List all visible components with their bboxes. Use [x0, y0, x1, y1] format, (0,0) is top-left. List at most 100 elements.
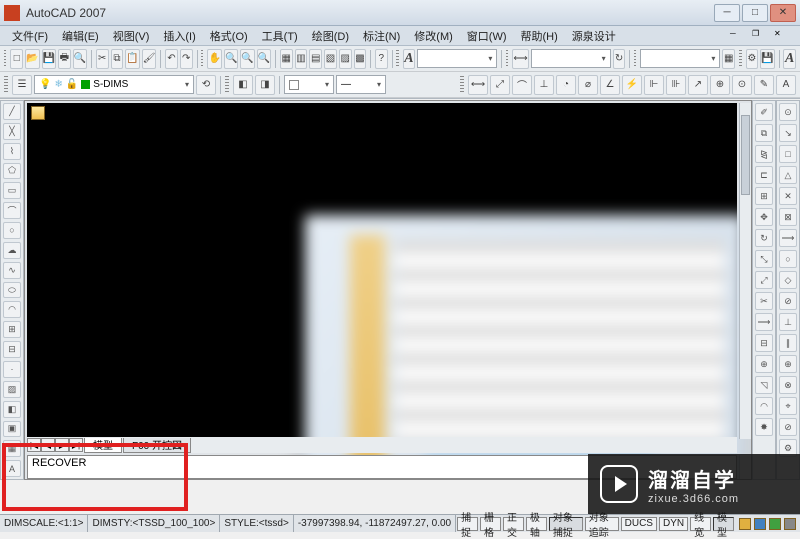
- toolbar-grip[interactable]: [460, 76, 464, 94]
- snap-temp-button[interactable]: ⊙: [779, 103, 797, 121]
- dim-baseline-button[interactable]: ⊩: [644, 75, 664, 95]
- save-button[interactable]: 💾: [42, 49, 56, 69]
- ellipse-button[interactable]: ⬭: [3, 282, 21, 299]
- revcloud-button[interactable]: ☁: [3, 242, 21, 259]
- dim-tolerance-button[interactable]: ⊕: [710, 75, 730, 95]
- offset-button[interactable]: ⊏: [755, 166, 773, 184]
- tray-icon[interactable]: [784, 518, 796, 530]
- menu-file[interactable]: 文件(F): [6, 26, 54, 46]
- rectangle-button[interactable]: ▭: [3, 182, 21, 199]
- insert-block-button[interactable]: ⊞: [3, 321, 21, 338]
- tab-prev-button[interactable]: ◀: [41, 438, 55, 452]
- line-button[interactable]: ╱: [3, 103, 21, 120]
- dim-textedit-button[interactable]: A: [776, 75, 796, 95]
- dim-aligned-button[interactable]: ⤢: [490, 75, 510, 95]
- tab-next-button[interactable]: ▶: [55, 438, 69, 452]
- rotate-button[interactable]: ↻: [755, 229, 773, 247]
- dim-linear-button[interactable]: ⟷: [468, 75, 488, 95]
- toggle-osnap[interactable]: 对象捕捉: [549, 517, 583, 531]
- menu-yuanquan[interactable]: 源泉设计: [566, 26, 622, 46]
- extend-button[interactable]: ⟶: [755, 313, 773, 331]
- break-button[interactable]: ⊟: [755, 334, 773, 352]
- tray-icon[interactable]: [769, 518, 781, 530]
- spline-button[interactable]: ∿: [3, 262, 21, 279]
- dc-button[interactable]: ▥: [295, 49, 308, 69]
- dim-radius-button[interactable]: ◔: [556, 75, 576, 95]
- snap-appint-button[interactable]: ⊠: [779, 208, 797, 226]
- toggle-dyn[interactable]: DYN: [659, 517, 688, 531]
- pline-button[interactable]: ⌇: [3, 143, 21, 160]
- toolbar-grip[interactable]: [225, 76, 229, 94]
- text-style-button[interactable]: A: [403, 49, 416, 69]
- new-button[interactable]: □: [10, 49, 23, 69]
- snap-int-button[interactable]: ✕: [779, 187, 797, 205]
- menu-edit[interactable]: 编辑(E): [56, 26, 105, 46]
- snap-cen-button[interactable]: ○: [779, 250, 797, 268]
- table-button[interactable]: ▦: [3, 440, 21, 457]
- toggle-model[interactable]: 模型: [713, 517, 734, 531]
- doc-restore-button[interactable]: ❐: [752, 29, 772, 43]
- paste-button[interactable]: 📋: [125, 49, 139, 69]
- trim-button[interactable]: ✂: [755, 292, 773, 310]
- snap-node-button[interactable]: ⊗: [779, 376, 797, 394]
- toolbar-grip[interactable]: [396, 50, 398, 68]
- dim-ordinate-button[interactable]: ⊥: [534, 75, 554, 95]
- explode-button[interactable]: ✸: [755, 418, 773, 436]
- toolbar-grip[interactable]: [4, 50, 6, 68]
- dim-leader-button[interactable]: ↗: [688, 75, 708, 95]
- mtext-button[interactable]: A: [3, 460, 21, 477]
- copy-button[interactable]: ⧉: [111, 49, 124, 69]
- snap-from-button[interactable]: ↘: [779, 124, 797, 142]
- vertical-scrollbar[interactable]: [739, 103, 751, 439]
- dim-angular-button[interactable]: ∠: [600, 75, 620, 95]
- pan-button[interactable]: ✋: [207, 49, 221, 69]
- arc-button[interactable]: ⌒: [3, 202, 21, 219]
- erase-button[interactable]: ✐: [755, 103, 773, 121]
- zoom-prev-button[interactable]: 🔍: [257, 49, 271, 69]
- array-button[interactable]: ⊞: [755, 187, 773, 205]
- snap-par-button[interactable]: ∥: [779, 334, 797, 352]
- toolbar-grip[interactable]: [634, 50, 636, 68]
- ellipse-arc-button[interactable]: ◠: [3, 301, 21, 318]
- toggle-lwt[interactable]: 线宽: [690, 517, 711, 531]
- layer-combo[interactable]: 💡 ❄ 🔓 S-DIMS ▾: [34, 75, 194, 94]
- gradient-button[interactable]: ◧: [3, 401, 21, 418]
- dim-style-combo[interactable]: ▾: [531, 49, 611, 68]
- linetype-combo[interactable]: —▾: [336, 75, 386, 94]
- menu-window[interactable]: 窗口(W): [461, 26, 513, 46]
- polygon-button[interactable]: ⬠: [3, 163, 21, 180]
- dim-arc-button[interactable]: ⌒: [512, 75, 532, 95]
- quickcalc-button[interactable]: ▩: [354, 49, 367, 69]
- dim-quick-button[interactable]: ⚡: [622, 75, 642, 95]
- toggle-grid[interactable]: 栅格: [480, 517, 501, 531]
- status-style[interactable]: STYLE:<tssd>: [220, 515, 293, 532]
- region-button[interactable]: ▣: [3, 421, 21, 438]
- hatch-button[interactable]: ▨: [3, 381, 21, 398]
- status-dimsty[interactable]: DIMSTY:<TSSD_100_100>: [88, 515, 220, 532]
- snap-ext-button[interactable]: ⟶: [779, 229, 797, 247]
- menu-draw[interactable]: 绘图(D): [306, 26, 355, 46]
- toolbar-grip[interactable]: [201, 50, 203, 68]
- table-button[interactable]: ▦: [722, 49, 735, 69]
- tray-icon[interactable]: [754, 518, 766, 530]
- fillet-button[interactable]: ◠: [755, 397, 773, 415]
- layer-iso-button[interactable]: ◧: [233, 75, 253, 95]
- snap-qua-button[interactable]: ◇: [779, 271, 797, 289]
- menu-insert[interactable]: 插入(I): [157, 26, 201, 46]
- snap-mid-button[interactable]: △: [779, 166, 797, 184]
- snap-tan-button[interactable]: ⊘: [779, 292, 797, 310]
- toggle-ducs[interactable]: DUCS: [621, 517, 657, 531]
- snap-perp-button[interactable]: ⊥: [779, 313, 797, 331]
- mtext-button[interactable]: A: [783, 49, 796, 69]
- dim-diameter-button[interactable]: ⌀: [578, 75, 598, 95]
- table-style-combo[interactable]: ▾: [640, 49, 720, 68]
- ws-save-button[interactable]: 💾: [760, 49, 774, 69]
- tab-model[interactable]: 模型: [84, 438, 122, 453]
- status-dimscale[interactable]: DIMSCALE:<1:1>: [0, 515, 88, 532]
- color-combo[interactable]: ▾: [284, 75, 334, 94]
- sheetset-button[interactable]: ▧: [324, 49, 337, 69]
- menu-tools[interactable]: 工具(T): [256, 26, 304, 46]
- redo-button[interactable]: ↷: [180, 49, 193, 69]
- menu-modify[interactable]: 修改(M): [408, 26, 459, 46]
- copy-obj-button[interactable]: ⧉: [755, 124, 773, 142]
